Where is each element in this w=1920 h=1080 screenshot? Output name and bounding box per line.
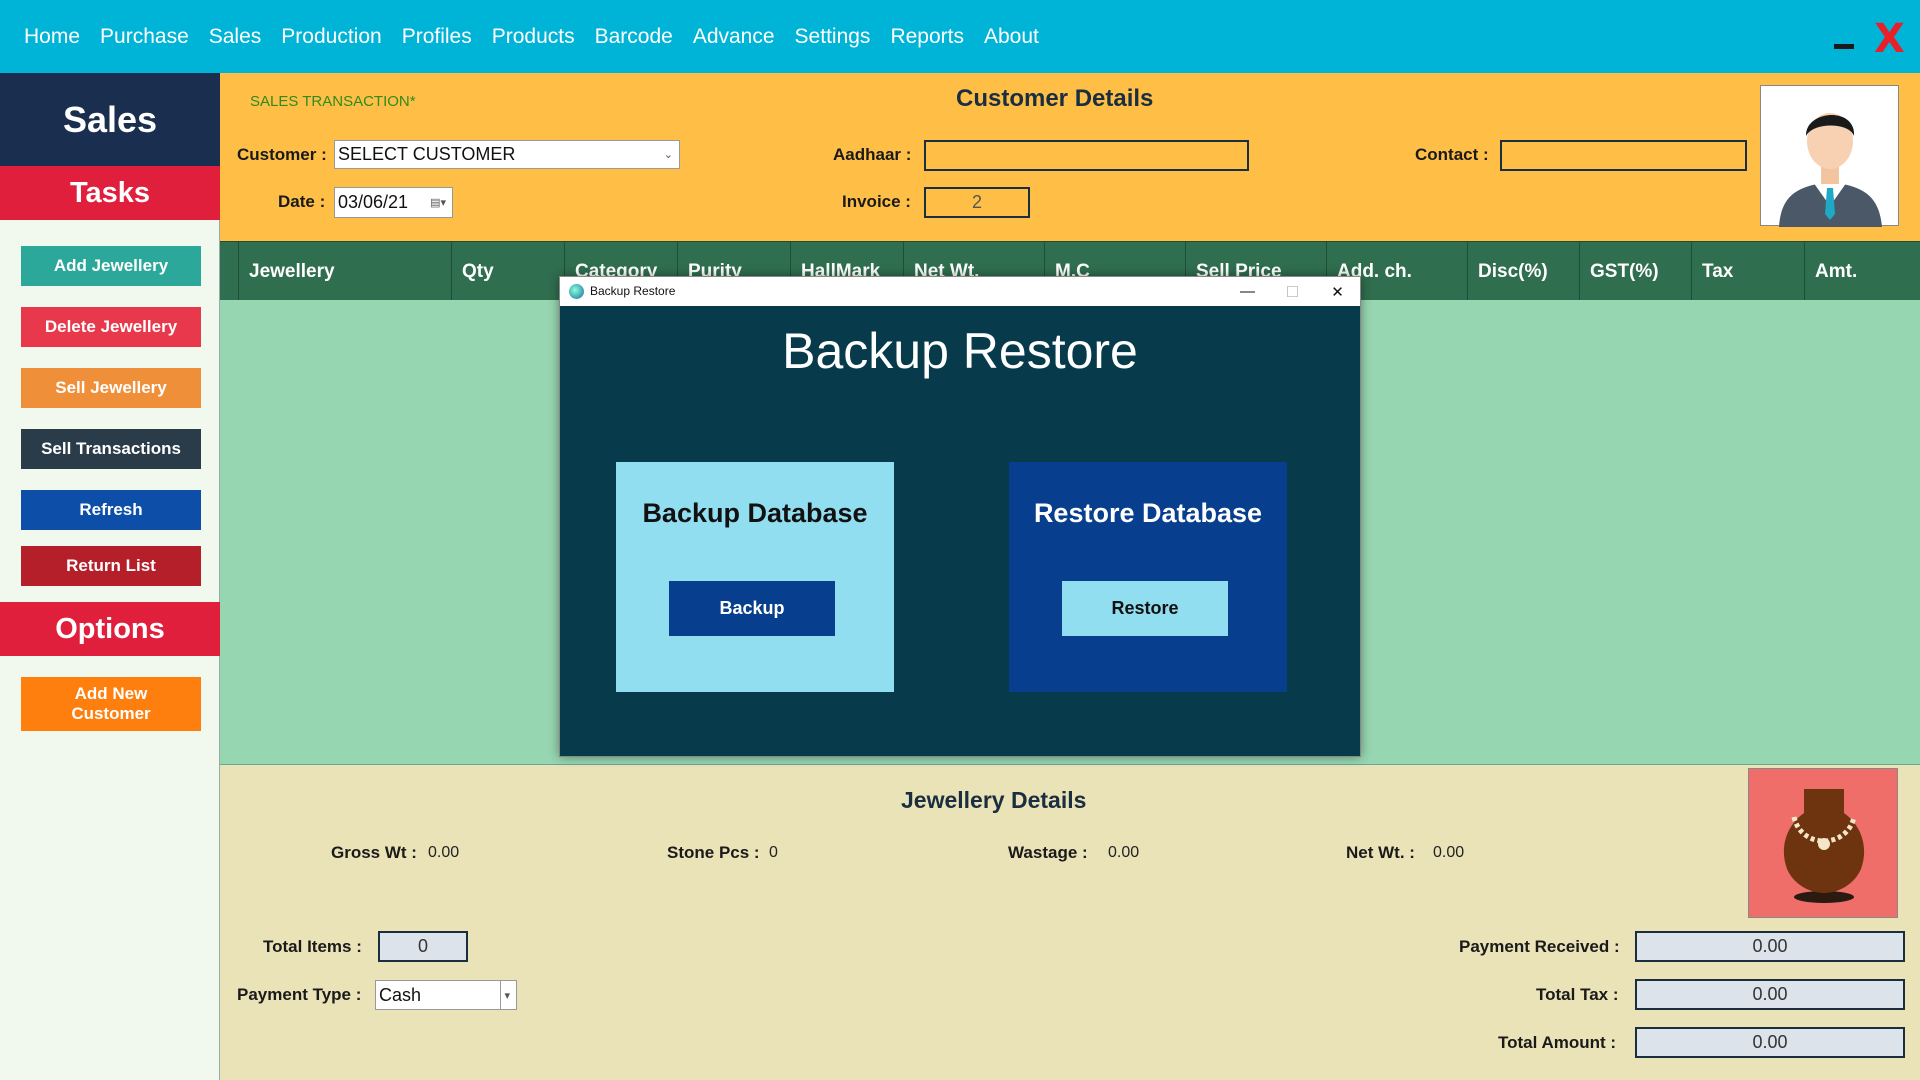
total-tax-field[interactable]: 0.00 [1635, 979, 1905, 1010]
nav-products[interactable]: Products [492, 25, 575, 49]
sell-transactions-button[interactable]: Sell Transactions [21, 429, 201, 469]
payment-type-label: Payment Type : [237, 985, 362, 1004]
aadhaar-field[interactable] [924, 140, 1249, 171]
customer-select[interactable]: SELECT CUSTOMER ⌄ [334, 140, 680, 169]
nav-purchase[interactable]: Purchase [100, 25, 189, 49]
top-menu-bar: Home Purchase Sales Production Profiles Produ… [0, 0, 1920, 73]
add-new-customer-button[interactable]: Add New Customer [21, 677, 201, 731]
invoice-field[interactable]: 2 [924, 187, 1030, 218]
date-label: Date : [278, 192, 326, 211]
return-list-button[interactable]: Return List [21, 546, 201, 586]
date-value: 03/06/21 [338, 192, 409, 212]
date-picker[interactable]: 03/06/21 ▤▾ [334, 187, 453, 218]
chevron-down-icon: ▾ [500, 981, 510, 1009]
nav-production[interactable]: Production [281, 25, 381, 49]
column-qty[interactable]: Qty [451, 242, 564, 301]
restore-button[interactable]: Restore [1062, 581, 1228, 636]
customer-details-title: Customer Details [956, 85, 1154, 112]
delete-jewellery-button[interactable]: Delete Jewellery [21, 307, 201, 347]
row-selector-header [220, 242, 238, 301]
sell-jewellery-button[interactable]: Sell Jewellery [21, 368, 201, 408]
backup-database-card: Backup Database Backup [616, 462, 894, 692]
total-amount-field[interactable]: 0.00 [1635, 1027, 1905, 1058]
add-jewellery-button[interactable]: Add Jewellery [21, 246, 201, 286]
column-amt[interactable]: Amt. [1804, 242, 1920, 301]
nav-sales[interactable]: Sales [209, 25, 262, 49]
jewellery-image [1748, 768, 1898, 918]
minimize-app-button[interactable] [1834, 44, 1854, 49]
jewellery-details-panel: Jewellery Details Gross Wt : 0.00 Stone … [220, 765, 1920, 1080]
total-tax-label: Total Tax : [1536, 985, 1619, 1004]
sidebar: Sales Tasks Add Jewellery Delete Jewelle… [0, 73, 220, 1080]
dialog-minimize-button[interactable]: — [1225, 277, 1270, 306]
dialog-heading: Backup Restore [782, 323, 1138, 379]
sales-transaction-label: SALES TRANSACTION* [250, 93, 416, 110]
nav-barcode[interactable]: Barcode [595, 25, 673, 49]
payment-type-select[interactable]: Cash ▾ [375, 980, 517, 1010]
close-app-button[interactable]: X [1874, 14, 1905, 64]
dialog-titlebar[interactable]: Backup Restore — ☐ ✕ [560, 277, 1360, 306]
nav-advance[interactable]: Advance [693, 25, 775, 49]
chevron-down-icon: ⌄ [663, 149, 673, 161]
restore-database-card: Restore Database Restore [1009, 462, 1287, 692]
invoice-label: Invoice : [842, 192, 911, 211]
payment-type-value: Cash [379, 984, 422, 1005]
customer-avatar [1760, 85, 1899, 227]
column-tax[interactable]: Tax [1691, 242, 1804, 301]
gross-wt-label: Gross Wt : [331, 843, 417, 862]
stone-pcs-label: Stone Pcs : [667, 843, 760, 862]
options-heading: Options [0, 602, 220, 656]
contact-field[interactable] [1500, 140, 1747, 171]
nav-settings[interactable]: Settings [795, 25, 871, 49]
jewellery-details-title: Jewellery Details [901, 787, 1087, 813]
sidebar-title: Sales [0, 73, 220, 166]
column-gst[interactable]: GST(%) [1579, 242, 1691, 301]
total-items-label: Total Items : [263, 937, 362, 956]
tasks-heading: Tasks [0, 166, 220, 220]
customer-select-value: SELECT CUSTOMER [338, 144, 516, 164]
backup-database-title: Backup Database [642, 498, 868, 528]
column-jewellery[interactable]: Jewellery [238, 242, 451, 301]
total-items-field[interactable]: 0 [378, 931, 468, 962]
gross-wt-value: 0.00 [428, 844, 460, 861]
stone-pcs-value: 0 [769, 844, 778, 861]
customer-label: Customer : [237, 145, 327, 164]
nav-profiles[interactable]: Profiles [402, 25, 472, 49]
payment-received-field[interactable]: 0.00 [1635, 931, 1905, 962]
backup-button[interactable]: Backup [669, 581, 835, 636]
necklace-icon [1783, 789, 1865, 903]
net-wt-value: 0.00 [1433, 844, 1465, 861]
payment-received-label: Payment Received : [1459, 937, 1620, 956]
nav-about[interactable]: About [984, 25, 1039, 49]
dialog-close-button[interactable]: ✕ [1315, 277, 1360, 306]
aadhaar-label: Aadhaar : [833, 145, 912, 164]
calendar-icon[interactable]: ▤▾ [430, 188, 446, 217]
nav-reports[interactable]: Reports [890, 25, 964, 49]
dialog-window-title: Backup Restore [590, 284, 676, 298]
column-disc[interactable]: Disc(%) [1467, 242, 1579, 301]
contact-label: Contact : [1415, 145, 1489, 164]
total-amount-label: Total Amount : [1498, 1033, 1617, 1052]
wastage-value: 0.00 [1108, 844, 1140, 861]
net-wt-label: Net Wt. : [1346, 843, 1415, 862]
person-avatar-icon [1779, 113, 1882, 227]
wastage-label: Wastage : [1008, 843, 1088, 862]
app-globe-icon [569, 284, 584, 299]
backup-restore-dialog: Backup Restore — ☐ ✕ Backup Restore Back… [559, 276, 1361, 757]
dialog-maximize-button[interactable]: ☐ [1270, 277, 1315, 306]
restore-database-title: Restore Database [1033, 498, 1263, 528]
main-nav: Home Purchase Sales Production Profiles Produ… [14, 0, 1049, 73]
nav-home[interactable]: Home [24, 25, 80, 49]
customer-details-panel: SALES TRANSACTION* Customer Details Cust… [220, 73, 1920, 241]
refresh-button[interactable]: Refresh [21, 490, 201, 530]
